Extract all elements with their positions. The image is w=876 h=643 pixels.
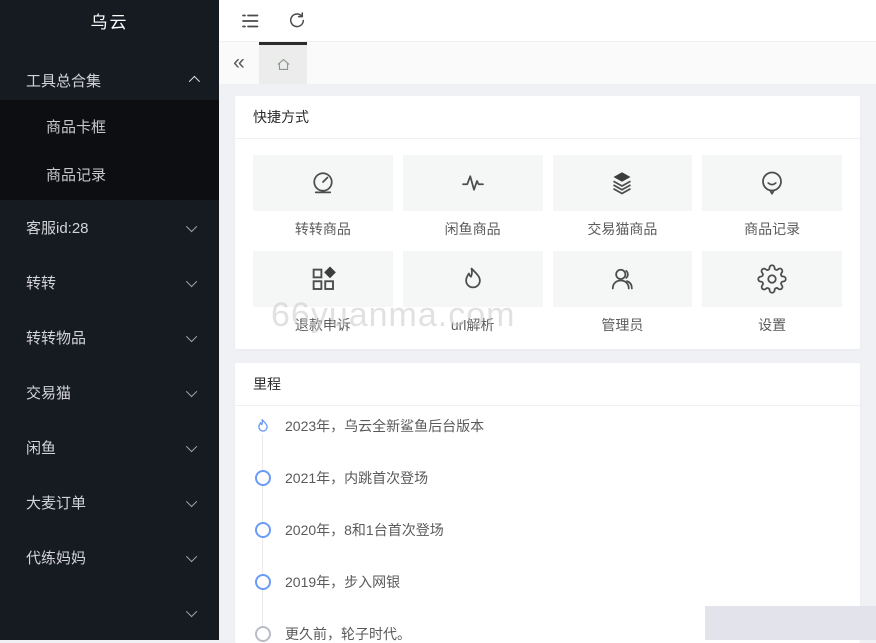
timeline-item: 2019年，步入网银 (253, 568, 842, 596)
timeline-text: 2023年，乌云全新鲨鱼后台版本 (285, 416, 484, 436)
shortcut-zhuanzhuan-goods[interactable]: 转转商品 (253, 155, 393, 239)
shortcut-jiaoyimao-goods[interactable]: 交易猫商品 (553, 155, 693, 239)
shortcut-label: 商品记录 (744, 219, 800, 239)
tabs-collapse-button[interactable]: « (219, 42, 259, 84)
timeline-text: 2021年，内跳首次登场 (285, 468, 428, 488)
shortcut-refund[interactable]: 退款申诉 (253, 251, 393, 335)
components-icon (253, 251, 393, 307)
shortcut-settings[interactable]: 设置 (702, 251, 842, 335)
sidebar-group-tools[interactable]: 工具总合集 (0, 60, 219, 100)
sidebar-item-label: 客服id:28 (26, 217, 189, 238)
milestones-card: 里程 2023年，乌云全新鲨鱼后台版本 2021年，内跳首次登场 (235, 363, 860, 643)
shortcut-label: 退款申诉 (295, 315, 351, 335)
milestones-card-title: 里程 (235, 363, 860, 406)
shortcuts-card-title: 快捷方式 (235, 96, 860, 139)
chevron-down-icon (186, 605, 197, 616)
shortcut-label: url解析 (451, 315, 495, 335)
shortcut-label: 转转商品 (295, 219, 351, 239)
tab-bar: « (219, 42, 876, 84)
overlay-box (705, 606, 876, 640)
smiley-balloon-icon (702, 155, 842, 211)
shortcut-label: 交易猫商品 (587, 219, 657, 239)
shortcut-label: 设置 (758, 315, 786, 335)
flame-icon (403, 251, 543, 307)
sidebar-item-jiaoyimao[interactable]: 交易猫 (0, 365, 219, 420)
gear-icon (702, 251, 842, 307)
submenu-item-label: 商品卡框 (46, 116, 106, 137)
sidebar-submenu: 商品卡框 商品记录 (0, 100, 219, 200)
timeline-text: 更久前，轮子时代。 (285, 624, 411, 643)
sidebar-item-redacted[interactable] (0, 585, 219, 640)
sidebar-item-label: 转转 (26, 272, 189, 293)
home-icon (275, 56, 292, 73)
flame-marker-icon (253, 417, 273, 435)
topbar (219, 0, 876, 42)
collapse-menu-icon[interactable] (239, 10, 261, 32)
sidebar-item-service-id[interactable]: 客服id:28 (0, 200, 219, 255)
sidebar-item-label: 转转物品 (26, 327, 189, 348)
chevron-up-icon (189, 76, 200, 87)
circle-marker-icon (253, 574, 273, 590)
timeline-item: 2023年，乌云全新鲨鱼后台版本 (253, 412, 842, 440)
sidebar-item-zhuanzhuan-goods[interactable]: 转转物品 (0, 310, 219, 365)
sidebar-item-dailian-mama[interactable]: 代练妈妈 (0, 530, 219, 585)
shortcut-admin[interactable]: 管理员 (553, 251, 693, 335)
sidebar-item-zhuanzhuan[interactable]: 转转 (0, 255, 219, 310)
sidebar-item-product-record[interactable]: 商品记录 (0, 150, 219, 198)
timeline-item: 2020年，8和1台首次登场 (253, 516, 842, 544)
submenu-item-label: 商品记录 (46, 164, 106, 185)
sidebar-item-xianyu[interactable]: 闲鱼 (0, 420, 219, 475)
circle-marker-icon (253, 470, 273, 486)
users-icon (553, 251, 693, 307)
pulse-icon (403, 155, 543, 211)
sidebar-group-label: 工具总合集 (26, 70, 189, 91)
timeline-item: 2021年，内跳首次登场 (253, 464, 842, 492)
sidebar-item-product-card[interactable]: 商品卡框 (0, 102, 219, 150)
sidebar-item-label: 大麦订单 (26, 492, 189, 513)
shortcut-label: 管理员 (601, 315, 643, 335)
shortcut-product-record[interactable]: 商品记录 (702, 155, 842, 239)
gauge-icon (253, 155, 393, 211)
sidebar: 乌云 工具总合集 商品卡框 商品记录 客服id:28 转转 转转物品 交易猫 闲… (0, 0, 219, 640)
shortcut-url-parse[interactable]: url解析 (403, 251, 543, 335)
shortcuts-grid: 转转商品 闲鱼商品 (253, 155, 842, 335)
shortcuts-card: 快捷方式 转转商品 (235, 96, 860, 349)
app-logo: 乌云 (0, 0, 219, 40)
sidebar-item-label: 闲鱼 (26, 437, 189, 458)
tab-home[interactable] (259, 42, 307, 84)
sidebar-item-damai-orders[interactable]: 大麦订单 (0, 475, 219, 530)
sidebar-item-label: 代练妈妈 (26, 547, 189, 568)
sidebar-item-label: 交易猫 (26, 382, 189, 403)
layers-icon (553, 155, 693, 211)
circle-marker-icon (253, 522, 273, 538)
timeline-text: 2019年，步入网银 (285, 572, 400, 592)
refresh-icon[interactable] (285, 10, 307, 32)
main-content: 快捷方式 转转商品 (219, 84, 876, 640)
shortcut-label: 闲鱼商品 (445, 219, 501, 239)
timeline-text: 2020年，8和1台首次登场 (285, 520, 444, 540)
shortcut-xianyu-goods[interactable]: 闲鱼商品 (403, 155, 543, 239)
